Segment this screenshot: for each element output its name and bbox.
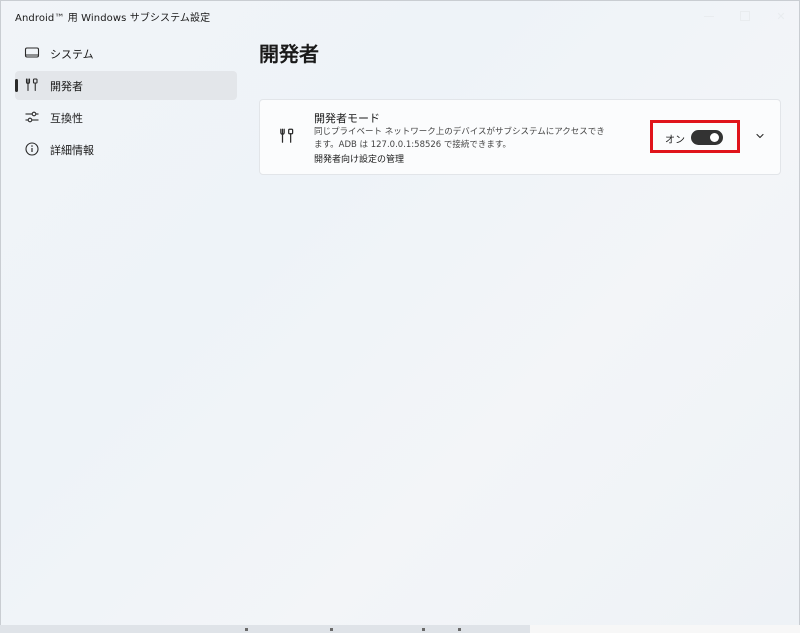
sliders-icon bbox=[25, 111, 39, 123]
taskbar-light-area bbox=[530, 625, 800, 633]
monitor-icon bbox=[24, 47, 40, 58]
selection-indicator bbox=[15, 79, 18, 92]
developer-mode-description: 同じプライベート ネットワーク上のデバイスがサブシステムにアクセスできます。AD… bbox=[314, 127, 605, 150]
maximize-button[interactable] bbox=[727, 1, 763, 31]
taskbar-marker bbox=[458, 628, 461, 631]
developer-mode-title: 開発者モード bbox=[314, 112, 380, 125]
maximize-icon bbox=[740, 11, 750, 21]
chevron-down-icon[interactable] bbox=[754, 130, 766, 142]
developer-tools-icon bbox=[280, 128, 294, 143]
developer-mode-toggle[interactable] bbox=[691, 130, 723, 145]
settings-window: Android™ 用 Windows サブシステム設定 ✕ システム 開発者 互… bbox=[0, 0, 800, 627]
taskbar-marker bbox=[330, 628, 333, 631]
sidebar-item-compatibility[interactable]: 互換性 bbox=[15, 103, 237, 132]
sidebar-item-label: 互換性 bbox=[50, 112, 83, 125]
manage-developer-settings-link[interactable]: 開発者向け設定の管理 bbox=[314, 152, 404, 165]
taskbar-strip bbox=[0, 625, 800, 633]
toggle-knob bbox=[710, 133, 719, 142]
title-bar: Android™ 用 Windows サブシステム設定 ✕ bbox=[1, 1, 799, 31]
developer-tools-icon bbox=[25, 78, 38, 92]
taskbar-marker bbox=[422, 628, 425, 631]
window-title: Android™ 用 Windows サブシステム設定 bbox=[15, 13, 211, 24]
toggle-state-label: オン bbox=[665, 135, 685, 146]
info-icon bbox=[25, 142, 39, 156]
sidebar-nav: システム 開発者 互換性 詳細情報 bbox=[1, 39, 246, 167]
page-title: 開発者 bbox=[259, 42, 319, 66]
minimize-icon bbox=[704, 15, 714, 17]
sidebar-item-label: 詳細情報 bbox=[50, 144, 94, 157]
close-button[interactable]: ✕ bbox=[763, 1, 799, 31]
sidebar-item-label: 開発者 bbox=[50, 80, 83, 93]
developer-mode-card[interactable]: 開発者モード 同じプライベート ネットワーク上のデバイスがサブシステムにアクセス… bbox=[259, 99, 781, 175]
close-icon: ✕ bbox=[776, 9, 786, 23]
sidebar-item-developer[interactable]: 開発者 bbox=[15, 71, 237, 100]
sidebar-item-label: システム bbox=[50, 48, 94, 61]
sidebar-item-about[interactable]: 詳細情報 bbox=[15, 135, 237, 164]
minimize-button[interactable] bbox=[691, 1, 727, 31]
sidebar-item-system[interactable]: システム bbox=[15, 39, 237, 68]
highlight-box: オン bbox=[650, 120, 740, 153]
taskbar-marker bbox=[245, 628, 248, 631]
